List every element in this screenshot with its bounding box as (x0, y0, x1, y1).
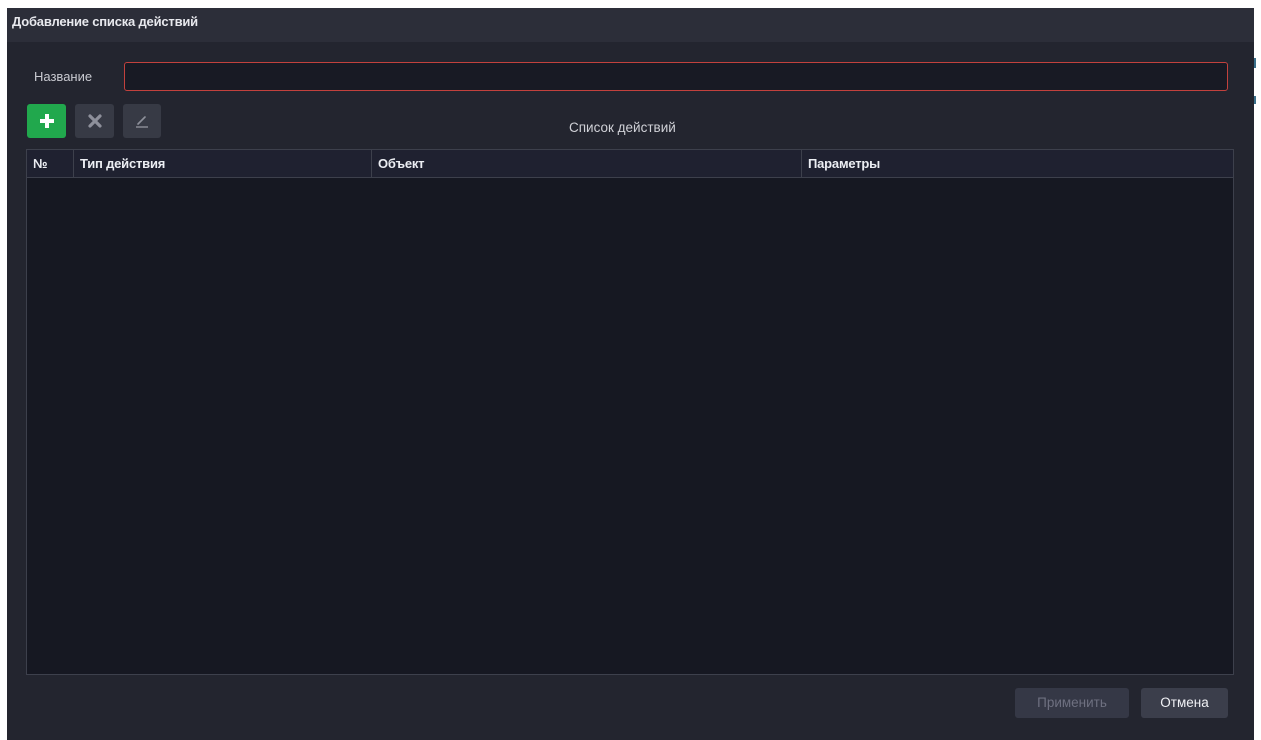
edge-mark (1254, 58, 1256, 68)
edge-mark (1254, 96, 1256, 104)
name-input[interactable] (124, 62, 1228, 91)
edit-action-button[interactable] (123, 104, 161, 138)
column-header-number[interactable]: № (27, 150, 74, 177)
actions-table[interactable]: № Тип действия Объект Параметры (26, 149, 1234, 675)
action-list-caption: Список действий (569, 120, 676, 135)
column-header-action-type[interactable]: Тип действия (74, 150, 372, 177)
pencil-icon (136, 116, 148, 128)
action-list-dialog: Добавление списка действий Название Спис… (7, 8, 1254, 740)
dialog-title: Добавление списка действий (7, 8, 1254, 42)
column-header-object[interactable]: Объект (372, 150, 802, 177)
cancel-button[interactable]: Отмена (1141, 688, 1228, 718)
name-label: Название (34, 69, 93, 84)
plus-icon (39, 114, 54, 128)
window-edge (1254, 8, 1261, 740)
column-header-parameters[interactable]: Параметры (802, 150, 1233, 177)
add-action-button[interactable] (27, 104, 66, 138)
apply-button[interactable]: Применить (1015, 688, 1129, 718)
table-body (27, 178, 1233, 674)
delete-action-button[interactable] (75, 104, 114, 138)
close-icon (87, 114, 102, 128)
table-header: № Тип действия Объект Параметры (27, 150, 1233, 178)
